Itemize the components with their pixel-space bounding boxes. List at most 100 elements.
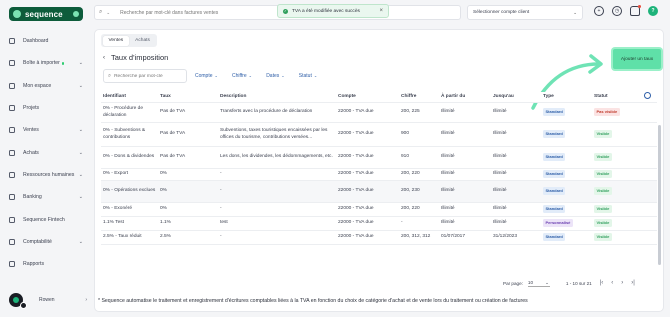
help-icon[interactable]: ?	[648, 6, 658, 16]
sidebar-item-ressources-humaines[interactable]: Ressources humaines ⌄	[9, 164, 89, 186]
nav-icon	[9, 171, 15, 178]
filter-label: Chiffre	[232, 73, 247, 79]
type-badge: Standard	[543, 170, 566, 178]
table-row[interactable]: 0% - Subventions & contributions Pas de T…	[101, 123, 657, 147]
last-page-icon[interactable]: ›|	[631, 280, 635, 286]
sidebar-item-sequence-fintech[interactable]: Sequence Fintech	[9, 208, 89, 230]
cell-rate: 0%	[160, 171, 167, 177]
chevron-down-icon: ⌄	[214, 73, 219, 78]
cell-account: 22000 - TVA due	[338, 206, 374, 212]
user-menu[interactable]: Rowen ›	[9, 289, 87, 311]
sidebar-item-rapports[interactable]: Rapports	[9, 253, 89, 275]
cell-rate: Pas de TVA	[160, 154, 186, 160]
table-search-input[interactable]	[114, 73, 185, 79]
sidebar-item-achats[interactable]: Achats ⌄	[9, 141, 89, 163]
prev-page-icon[interactable]: ‹	[611, 280, 613, 286]
company-select[interactable]: Sélectionner compte client ⌄	[467, 5, 583, 20]
status-badge: Visible	[594, 187, 612, 195]
cell-description: -	[220, 188, 222, 194]
cell-from: 01/07/2017	[441, 234, 466, 240]
tab-achats[interactable]: Achats	[129, 36, 156, 46]
cell-status: Visible	[592, 153, 642, 162]
sequence-logo-icon	[13, 10, 21, 18]
table-row[interactable]: 0% - Procédure de déclaration Pas de TVA T…	[101, 103, 657, 123]
filter-chiffre[interactable]: Chiffre ⌄	[232, 73, 252, 79]
cell-type: Standard	[541, 233, 592, 242]
table-search[interactable]: ⌕	[103, 69, 187, 83]
column-header[interactable]: Compte	[336, 94, 399, 101]
filter-compte[interactable]: Compte ⌄	[195, 73, 218, 79]
nav-icon	[9, 194, 15, 201]
nav-icon	[9, 216, 15, 223]
cell-code: 900	[401, 131, 410, 137]
brand-logo[interactable]: sequence	[9, 7, 83, 21]
per-page-select[interactable]: 10 ⌄	[527, 279, 550, 287]
column-header[interactable]: Description	[218, 94, 336, 101]
cell-id: 0% - Procédure de déclaration	[103, 105, 143, 118]
column-header[interactable]: Type	[541, 94, 592, 101]
table-row[interactable]: 0% - Exonéré 0% - 22000 - TVA due 200, 220 Il…	[101, 203, 657, 217]
table-row[interactable]: 0% - Dons & dividendes Pas de TVA Les dons…	[101, 147, 657, 169]
filter-label: Statut	[298, 73, 312, 79]
column-header[interactable]: Chiffre	[399, 94, 439, 101]
table-header: Identifiant Taux Description Compte Chif…	[101, 91, 657, 103]
avatar-logo-icon	[13, 297, 19, 303]
cell-to: Illimité	[493, 109, 507, 115]
close-icon[interactable]: ×	[379, 8, 383, 14]
next-page-icon[interactable]: ›	[621, 280, 623, 286]
cell-account: 22000 - TVA due	[338, 131, 374, 137]
cell-to: Illimité	[493, 188, 507, 194]
sidebar-item-projets[interactable]: Projets	[9, 97, 89, 119]
sidebar-item-ventes[interactable]: Ventes ⌄	[9, 119, 89, 141]
sidebar-item-label: Comptabilité	[23, 238, 52, 245]
gear-icon[interactable]	[644, 91, 651, 99]
cell-type: Standard	[541, 130, 592, 139]
avatar	[9, 293, 27, 309]
column-header[interactable]: Jusqu'au	[491, 94, 541, 101]
sidebar-item-banking[interactable]: Banking ⌄	[9, 186, 89, 208]
table-row[interactable]: 1.1% Test 1.1% test 22000 - TVA due - Illimit…	[101, 217, 657, 231]
sidebar-item-comptabilit-[interactable]: Comptabilité ⌄	[9, 231, 89, 253]
column-header[interactable]: Taux	[158, 94, 218, 101]
clock-icon[interactable]: ◷	[612, 6, 622, 16]
tab-ventes[interactable]: Ventes	[102, 35, 130, 46]
cell-status: Visible	[592, 187, 642, 196]
table-row[interactable]: 2.5% - Taux réduit 2.5% - 22000 - TVA due 20…	[101, 231, 657, 245]
page-title: ‹ Taux d'imposition	[103, 53, 168, 62]
sidebar-item-label: Projets	[23, 105, 40, 112]
column-header[interactable]: À partir du	[439, 94, 491, 101]
status-badge: Visible	[594, 205, 612, 213]
sidebar-item-dashboard[interactable]: Dashboard	[9, 30, 89, 52]
cell-account: 22000 - TVA due	[338, 220, 374, 226]
nav-icon	[9, 238, 15, 245]
column-header[interactable]: Identifiant	[101, 94, 158, 101]
per-page-label: Par page:	[503, 280, 523, 286]
cell-status: Visible	[592, 233, 642, 242]
sidebar-item-mon-espace[interactable]: Mon espace ⌄	[9, 75, 89, 97]
chevron-down-icon: ⌄	[78, 238, 83, 245]
table-scrollbar[interactable]	[658, 125, 661, 265]
first-page-icon[interactable]: |‹	[600, 280, 604, 286]
cell-from: Illimité	[441, 109, 455, 115]
chat-bubble-icon[interactable]	[20, 302, 27, 309]
column-header[interactable]: Statut	[592, 94, 642, 101]
table-row[interactable]: 0% - Export 0% - 22000 - TVA due 200, 220 Ill…	[101, 169, 657, 181]
cell-to: Illimité	[493, 220, 507, 226]
cell-type: Standard	[541, 205, 592, 214]
cell-type: Personnalisé	[541, 219, 592, 228]
type-badge: Standard	[543, 187, 566, 195]
add-icon[interactable]: +	[594, 6, 604, 16]
chevron-down-icon: ⌄	[573, 9, 577, 15]
back-arrow-icon[interactable]: ‹	[103, 55, 105, 61]
per-page-value: 10	[527, 280, 534, 285]
table-row[interactable]: 0% - Opérations exclues 0% - 22000 - TVA du…	[101, 181, 657, 203]
nav-icon	[9, 261, 15, 268]
chevron-down-icon[interactable]: ⌄	[106, 10, 110, 16]
filter-statut[interactable]: Statut ⌄	[299, 73, 318, 79]
cell-account: 22000 - TVA due	[338, 171, 374, 177]
add-rate-button[interactable]: Ajouter un taux	[613, 49, 661, 69]
sidebar-item-bo-te-importer[interactable]: Boîte à importer ⌄	[9, 52, 89, 74]
bell-icon[interactable]	[630, 5, 641, 16]
filter-dates[interactable]: Dates ⌄	[266, 73, 285, 79]
column-settings[interactable]	[642, 91, 657, 103]
